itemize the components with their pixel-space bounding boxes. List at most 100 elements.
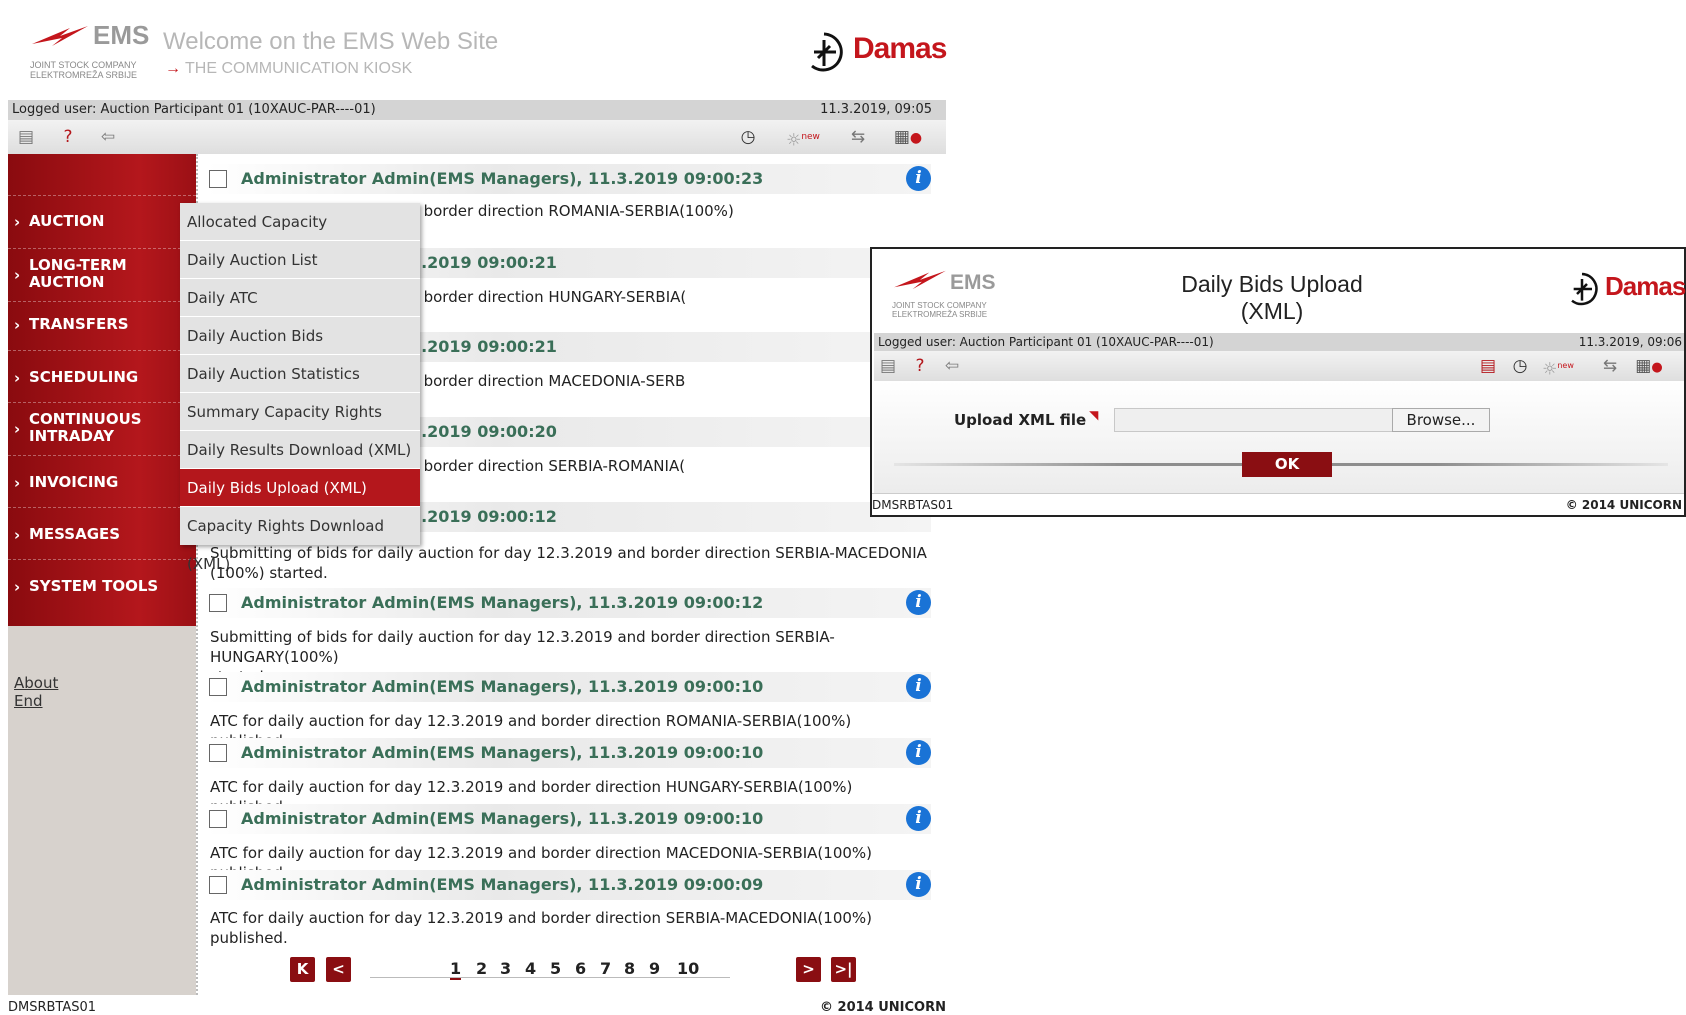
chevron-right-icon: › xyxy=(14,316,21,334)
menu-item-messages[interactable]: › MESSAGES xyxy=(8,508,196,560)
auction-submenu: Allocated Capacity Daily Auction List Da… xyxy=(180,203,420,573)
page-number[interactable]: 2 xyxy=(476,959,487,978)
message-checkbox[interactable] xyxy=(209,744,227,762)
page-number[interactable]: 7 xyxy=(600,959,611,978)
page-number[interactable]: 6 xyxy=(575,959,586,978)
messages-alert-icon[interactable]: ▦● xyxy=(893,127,923,147)
next-page-button[interactable]: > xyxy=(796,957,821,982)
prev-page-button[interactable]: < xyxy=(326,957,351,982)
popup-title: Daily Bids Upload (XML) xyxy=(1181,271,1363,324)
page-number[interactable]: 5 xyxy=(550,959,561,978)
menu-item-transfers[interactable]: › TRANSFERS xyxy=(8,302,196,351)
submenu-item-daily-bids-upload[interactable]: Daily Bids Upload (XML) xyxy=(180,469,420,507)
ems-logo-subtitle: JOINT STOCK COMPANY ELEKTROMREŽA SRBIJE xyxy=(892,301,988,319)
info-icon[interactable]: i xyxy=(906,872,931,897)
end-link[interactable]: End xyxy=(14,692,58,710)
submenu-item-daily-auction-statistics[interactable]: Daily Auction Statistics xyxy=(180,355,420,393)
message-sender: Administrator Admin(EMS Managers), 11.3.… xyxy=(241,593,764,612)
message-checkbox[interactable] xyxy=(209,810,227,828)
chevron-right-icon: › xyxy=(14,266,21,284)
submenu-item-daily-auction-bids[interactable]: Daily Auction Bids xyxy=(180,317,420,355)
clock-icon[interactable]: ◷ xyxy=(738,127,758,147)
chevron-right-icon: › xyxy=(14,420,21,438)
page-header: EMS JOINT STOCK COMPANY ELEKTROMREŽA SRB… xyxy=(0,0,947,100)
info-icon[interactable]: i xyxy=(906,590,931,615)
message-sender: Administrator Admin(EMS Managers), 11.3.… xyxy=(241,743,764,762)
info-icon[interactable]: i xyxy=(906,806,931,831)
main-window: EMS JOINT STOCK COMPANY ELEKTROMREŽA SRB… xyxy=(0,0,947,1015)
message-body: Submitting of bids for daily auction for… xyxy=(210,544,927,582)
welcome-title: Welcome on the EMS Web Site xyxy=(163,28,499,55)
list-icon[interactable]: ▤ xyxy=(1478,356,1498,376)
report-icon[interactable]: ▤ xyxy=(16,127,36,147)
menu-item-scheduling[interactable]: › SCHEDULING xyxy=(8,351,196,403)
page-number[interactable]: 4 xyxy=(525,959,536,978)
damas-logo-text: Damas xyxy=(853,32,947,65)
help-icon[interactable]: ? xyxy=(910,356,930,376)
popup-header: EMS JOINT STOCK COMPANY ELEKTROMREŽA SRB… xyxy=(872,249,1686,333)
datetime-label: 11.3.2019, 09:05 xyxy=(820,102,932,117)
kiosk-subtitle: → THE COMMUNICATION KIOSK xyxy=(165,60,413,77)
message-header: Administrator Admin(EMS Managers), 11.3.… xyxy=(207,804,931,834)
ok-button[interactable]: OK xyxy=(1242,452,1332,477)
menu-item-auction[interactable]: › AUCTION xyxy=(8,196,196,249)
info-icon[interactable]: i xyxy=(906,740,931,765)
new-bulb-icon[interactable]: ☼new xyxy=(1542,356,1574,380)
submenu-item-summary-capacity-rights[interactable]: Summary Capacity Rights xyxy=(180,393,420,431)
back-icon[interactable]: ⇦ xyxy=(942,356,962,376)
submenu-item-capacity-rights-download[interactable]: Capacity Rights Download (XML) xyxy=(180,507,420,573)
help-icon[interactable]: ? xyxy=(58,127,78,147)
ems-logo-text: EMS xyxy=(93,20,150,50)
browse-button[interactable]: Browse... xyxy=(1392,408,1490,432)
copyright: © 2014 UNICORN xyxy=(820,1000,946,1015)
submenu-item-daily-results-download[interactable]: Daily Results Download (XML) xyxy=(180,431,420,469)
menu-item-invoicing[interactable]: › INVOICING xyxy=(8,456,196,508)
logged-user-label: Logged user: Auction Participant 01 (10X… xyxy=(12,102,376,117)
damas-logo-icon xyxy=(1571,272,1598,306)
message-sender: Administrator Admin(EMS Managers), 11.3.… xyxy=(241,809,764,828)
menu-item-system-tools[interactable]: › SYSTEM TOOLS xyxy=(8,560,196,626)
first-page-button[interactable]: K xyxy=(290,957,315,982)
page-number[interactable]: 8 xyxy=(624,959,635,978)
submenu-item-daily-atc[interactable]: Daily ATC xyxy=(180,279,420,317)
chevron-right-icon: › xyxy=(14,578,21,596)
menu-item-continuous-intraday[interactable]: › CONTINUOUS INTRADAY xyxy=(8,403,196,456)
about-link[interactable]: About xyxy=(14,674,58,692)
message-header: Administrator Admin(EMS Managers), 11.3.… xyxy=(207,588,931,618)
info-icon[interactable]: i xyxy=(906,166,931,191)
menu-top-spacer xyxy=(8,154,196,196)
upload-file-label: Upload XML file ◥ xyxy=(954,408,1099,429)
logged-user-label: Logged user: Auction Participant 01 (10X… xyxy=(878,335,1214,349)
messages-alert-icon[interactable]: ▦● xyxy=(1634,356,1664,376)
message-sender: Administrator Admin(EMS Managers), 11.3.… xyxy=(241,875,764,894)
upload-file-input[interactable] xyxy=(1114,408,1394,432)
transfer-icon[interactable]: ⇆ xyxy=(848,127,868,147)
server-id: DMSRBTAS01 xyxy=(8,1000,97,1015)
sidebar-links: About End xyxy=(14,674,58,710)
upload-form: Upload XML file ◥ Browse... OK xyxy=(874,381,1684,493)
info-icon[interactable]: i xyxy=(906,674,931,699)
new-bulb-icon[interactable]: ☼new xyxy=(783,127,823,151)
message-checkbox[interactable] xyxy=(209,170,227,188)
popup-user-bar: Logged user: Auction Participant 01 (10X… xyxy=(874,333,1684,351)
transfer-icon[interactable]: ⇆ xyxy=(1600,356,1620,376)
popup-toolbar: ▤ ? ⇦ ▤ ◷ ☼new ⇆ ▦● xyxy=(874,351,1684,381)
page-number[interactable]: 3 xyxy=(500,959,511,978)
message-checkbox[interactable] xyxy=(209,678,227,696)
page-number[interactable]: 9 xyxy=(649,959,660,978)
menu-item-long-term-auction[interactable]: › LONG-TERM AUCTION xyxy=(8,249,196,302)
page-number[interactable]: 1 xyxy=(450,959,462,980)
clock-icon[interactable]: ◷ xyxy=(1510,356,1530,376)
message-sender: Administrator Admin(EMS Managers), 11.3.… xyxy=(241,677,764,696)
last-page-button[interactable]: >| xyxy=(831,957,856,982)
message-checkbox[interactable] xyxy=(209,876,227,894)
back-icon[interactable]: ⇦ xyxy=(98,127,118,147)
message-header: Administrator Admin(EMS Managers), 11.3.… xyxy=(207,870,931,900)
report-icon[interactable]: ▤ xyxy=(878,356,898,376)
page-number[interactable]: 10 xyxy=(677,959,699,978)
submenu-item-daily-auction-list[interactable]: Daily Auction List xyxy=(180,241,420,279)
submenu-item-allocated-capacity[interactable]: Allocated Capacity xyxy=(180,203,420,241)
message-checkbox[interactable] xyxy=(209,594,227,612)
ems-logo-subtitle: JOINT STOCK COMPANY ELEKTROMREŽA SRBIJE xyxy=(30,60,138,80)
arrow-right-icon: → xyxy=(165,60,181,77)
